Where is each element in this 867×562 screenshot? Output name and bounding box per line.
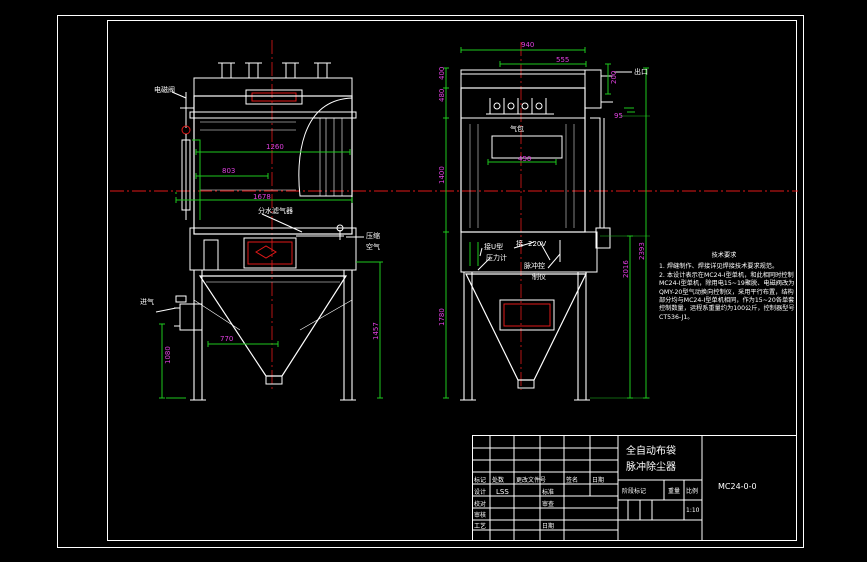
dim-side-200: 200 <box>610 71 618 84</box>
tb-stage-mark: 阶段标记 <box>622 487 646 495</box>
dim-side-2016: 2016 <box>622 260 630 278</box>
label-voltage: 220V <box>528 240 546 248</box>
tb-review: 审核 <box>474 511 486 519</box>
tb-approve: 日期 <box>542 522 554 530</box>
dim-front-1260: 1260 <box>266 143 284 151</box>
tb-audit: 审查 <box>542 500 554 508</box>
tb-scale-value: 1:10 <box>686 507 700 514</box>
label-outlet: 出口 <box>634 67 648 76</box>
tb-design: 设计 <box>474 488 486 496</box>
tb-change-doc: 更改文件号 <box>516 476 546 484</box>
label-compressed-air-2: 空气 <box>366 242 380 251</box>
label-compressed-air-1: 压缩 <box>366 231 380 240</box>
tb-weight: 重量 <box>668 487 680 495</box>
label-air-bag: 气包 <box>510 124 524 133</box>
tb-mark: 标记 <box>474 476 486 484</box>
dim-front-1457: 1457 <box>372 322 380 340</box>
label-solenoid-valve: 电磁阀 <box>154 85 175 94</box>
tb-scale: 比例 <box>686 487 698 495</box>
tb-designer: LSS <box>496 488 509 496</box>
label-controller-2: 制仪 <box>532 272 546 281</box>
tb-standardize: 标准 <box>542 488 554 496</box>
label-water-separator: 分水滤气器 <box>258 206 293 215</box>
dim-front-1080: 1080 <box>164 346 172 364</box>
dim-side-95: 95 <box>614 112 623 120</box>
dim-front-770: 770 <box>220 335 233 343</box>
notes-title: 技术要求 <box>711 252 737 259</box>
tb-date: 日期 <box>592 476 604 484</box>
tb-drawing-no: MC24-0-0 <box>718 482 757 491</box>
dim-side-450: 450 <box>518 155 531 163</box>
label-pulse-controller: 脉冲控 <box>524 261 545 270</box>
dim-front-803: 803 <box>222 167 235 175</box>
tb-process: 工艺 <box>474 522 486 530</box>
label-inlet: 进气 <box>140 297 154 306</box>
dim-side-2393: 2393 <box>638 242 646 260</box>
tb-count: 处数 <box>492 476 504 484</box>
dim-front-1678: 1678 <box>253 193 271 201</box>
dim-side-480: 480 <box>438 89 446 102</box>
notes-line-2: 2. 本设计表示在MC24-I型单机，和此相同时控制MC24-I型单机，除用电1… <box>659 271 795 321</box>
tb-product-name-1: 全自动布袋 <box>626 444 676 457</box>
tb-product-name-2: 脉冲除尘器 <box>626 460 676 473</box>
tb-proofread: 校对 <box>474 500 486 508</box>
tb-signature: 签名 <box>566 476 578 484</box>
notes-line-1: 1. 焊缝制作、焊接详见焊接技术要求规范。 <box>659 263 779 271</box>
label-pressure-gauge: 压力计 <box>486 253 507 262</box>
dim-side-400: 400 <box>438 67 446 80</box>
cad-drawing-viewport[interactable]: { "dimensions": { "front_1260": "1260", … <box>0 0 867 562</box>
label-connect: 接 <box>516 239 523 248</box>
front-view <box>155 62 383 401</box>
label-u-gauge: 接U型 <box>484 242 503 251</box>
technical-notes: 技术要求 1. 焊缝制作、焊接详见焊接技术要求规范。 2. 本设计表示在MC24… <box>659 252 799 322</box>
dim-side-1400: 1400 <box>438 166 446 184</box>
side-view <box>443 47 650 401</box>
dim-side-940: 940 <box>521 41 534 49</box>
dim-side-1780: 1780 <box>438 308 446 326</box>
dim-side-555: 555 <box>556 56 569 64</box>
